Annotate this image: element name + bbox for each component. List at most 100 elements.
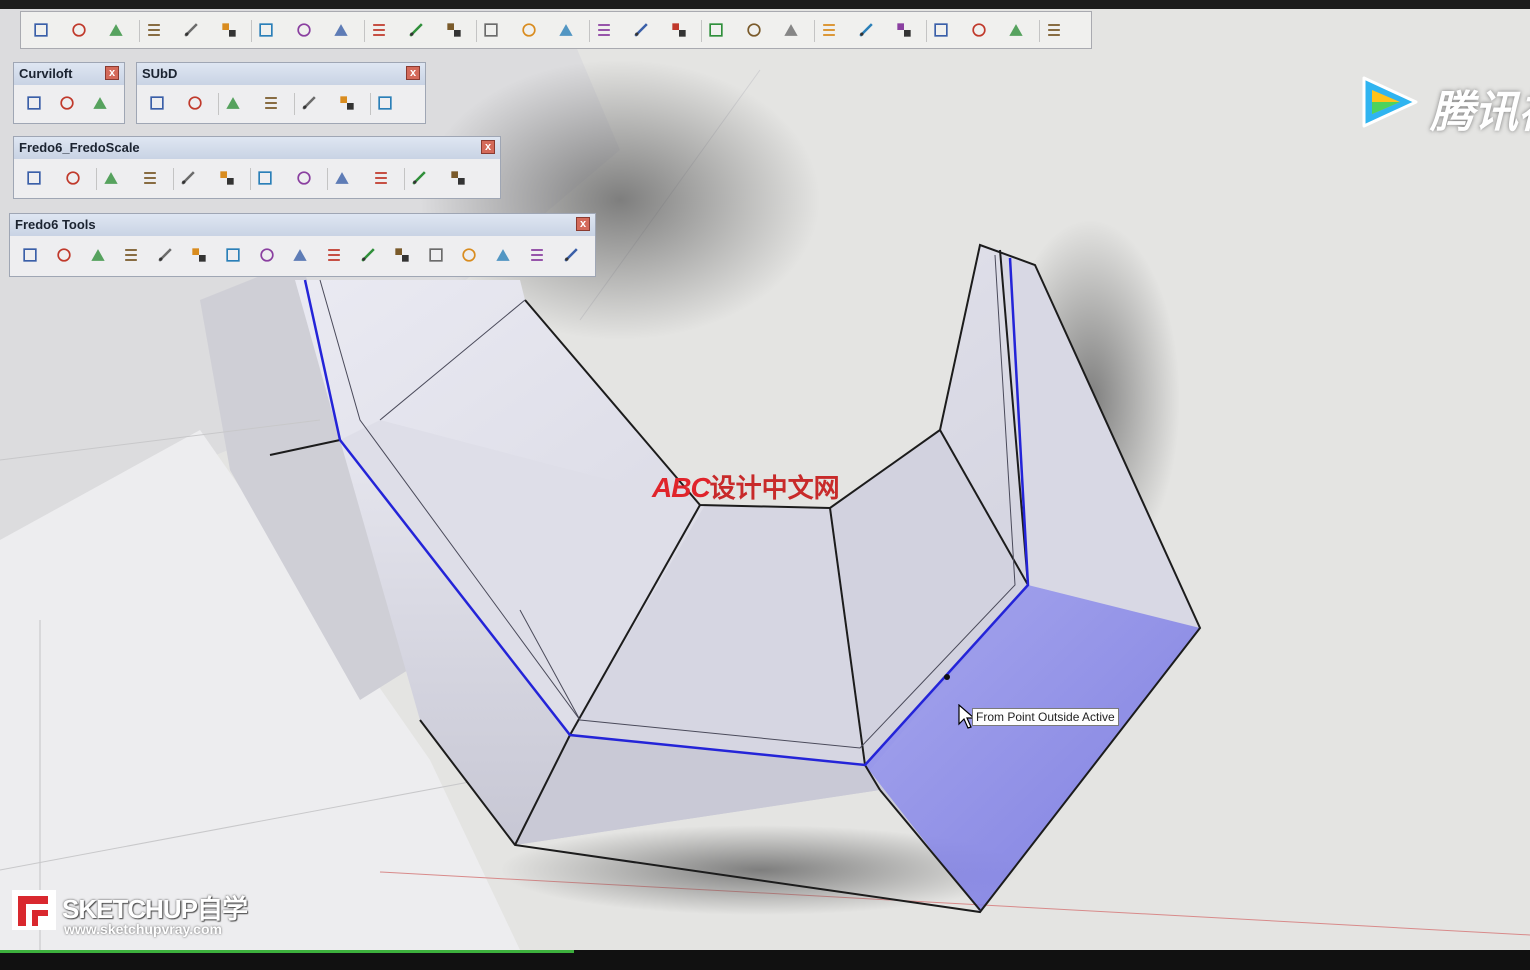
brand-url: www.sketchupvray.com [64, 921, 222, 937]
edge-icon[interactable] [18, 243, 42, 267]
table2-icon[interactable] [517, 18, 541, 42]
curvilinear-icon[interactable] [390, 243, 414, 267]
close-icon[interactable]: x [406, 66, 420, 80]
paint-icon[interactable] [629, 18, 653, 42]
rotate-ccw-icon[interactable] [330, 166, 354, 190]
subd-panel[interactable]: SUbD x [136, 62, 426, 124]
inference-tooltip: From Point Outside Active [972, 708, 1119, 726]
panel-title: SUbD [142, 66, 178, 81]
stretch-icon[interactable] [99, 166, 123, 190]
radial-bend-icon[interactable] [292, 166, 316, 190]
grid-cross-icon[interactable] [554, 18, 578, 42]
rotate-icon[interactable] [779, 18, 803, 42]
push-icon[interactable] [592, 18, 616, 42]
stretch-red-icon[interactable] [407, 166, 431, 190]
thru-paint-icon[interactable] [255, 243, 279, 267]
toolbar-separator [173, 168, 174, 190]
rect-view2-icon[interactable] [104, 18, 128, 42]
line-tool-icon[interactable] [322, 243, 346, 267]
pen-icon[interactable] [187, 243, 211, 267]
twist-icon[interactable] [215, 166, 239, 190]
toolbar-separator [327, 168, 328, 190]
reverse-arrows-icon[interactable] [153, 243, 177, 267]
panel-title: Fredo6 Tools [15, 217, 96, 232]
pencil-icon[interactable] [1042, 18, 1066, 42]
cube-icon[interactable] [335, 91, 359, 115]
box-icon[interactable] [52, 243, 76, 267]
table-icon[interactable] [479, 18, 503, 42]
toolbar-separator [404, 168, 405, 190]
toolbar-separator [218, 93, 219, 115]
toolbar-separator [476, 20, 477, 42]
close-icon[interactable]: x [105, 66, 119, 80]
fredotools-panel[interactable]: Fredo6 Tools x [9, 213, 596, 277]
rotate-cw-icon[interactable] [369, 166, 393, 190]
close-icon[interactable]: x [481, 140, 495, 154]
diagonal-icon[interactable] [367, 18, 391, 42]
toolbar-separator [1038, 20, 1040, 42]
remove-list-icon[interactable] [217, 18, 241, 42]
bend-icon[interactable] [253, 166, 277, 190]
scale-icon[interactable] [22, 166, 46, 190]
grid-quad-red-icon[interactable] [442, 18, 466, 42]
grid-quad-icon[interactable] [404, 18, 428, 42]
video-bottom-bar[interactable] [0, 950, 1530, 970]
curviloft-title-bar[interactable]: Curviloft x [14, 63, 124, 85]
curviloft-panel[interactable]: Curviloft x [13, 62, 125, 124]
inference-point [944, 674, 950, 680]
panel-icon[interactable] [854, 18, 878, 42]
crease-icon[interactable] [259, 91, 283, 115]
count-icon[interactable] [356, 243, 380, 267]
copy-icon[interactable] [742, 18, 766, 42]
arrow-right-icon[interactable] [967, 18, 991, 42]
spline-icon[interactable] [88, 91, 112, 115]
video-progress-bar[interactable] [0, 950, 574, 953]
checker-icon[interactable] [704, 18, 728, 42]
arrow-left-icon[interactable] [929, 18, 953, 42]
close-icon[interactable]: x [576, 217, 590, 231]
mark-vertices-icon[interactable] [221, 243, 245, 267]
cylinder-icon[interactable] [491, 243, 515, 267]
tag-icon[interactable] [424, 243, 448, 267]
bevel-icon[interactable] [373, 91, 397, 115]
smooth-icon[interactable] [221, 91, 245, 115]
rect-view-icon[interactable] [67, 18, 91, 42]
construct-icon[interactable] [119, 243, 143, 267]
toolbar-separator [588, 20, 590, 42]
watermark-latin: ABC [652, 472, 711, 503]
fredotools-icons [10, 236, 595, 276]
loft-icon[interactable] [22, 91, 46, 115]
drape-icon[interactable] [559, 243, 583, 267]
reverse-faces-icon[interactable] [86, 243, 110, 267]
add-list-icon[interactable] [179, 18, 203, 42]
spline-tool-icon[interactable] [525, 243, 549, 267]
select-icon[interactable] [29, 18, 53, 42]
toolbar-separator [363, 20, 365, 42]
toolbar-separator [813, 20, 815, 42]
tapering-icon[interactable] [138, 166, 162, 190]
subdivide-icon[interactable] [183, 91, 207, 115]
sphere-icon[interactable] [145, 91, 169, 115]
panel3-icon[interactable] [1004, 18, 1028, 42]
fredoscale-panel[interactable]: Fredo6_FredoScale x [13, 136, 501, 199]
knife-icon[interactable] [297, 91, 321, 115]
camera-icon[interactable] [667, 18, 691, 42]
plus-line-icon[interactable] [292, 18, 316, 42]
subd-title-bar[interactable]: SUbD x [137, 63, 425, 85]
minus-line-icon[interactable] [329, 18, 353, 42]
move-icon[interactable] [817, 18, 841, 42]
align-list-icon[interactable] [142, 18, 166, 42]
line-icon[interactable] [254, 18, 278, 42]
panel-title: Curviloft [19, 66, 73, 81]
round-corner-icon[interactable] [288, 243, 312, 267]
fredotools-title-bar[interactable]: Fredo6 Tools x [10, 214, 595, 236]
box-scale-icon[interactable] [61, 166, 85, 190]
skin-icon[interactable] [55, 91, 79, 115]
tencent-watermark: 腾讯视 [1358, 72, 1530, 137]
curve-icon[interactable] [457, 243, 481, 267]
unbend-icon[interactable] [446, 166, 470, 190]
planar-shear-icon[interactable] [176, 166, 200, 190]
toolbar-separator [701, 20, 702, 42]
fredoscale-title-bar[interactable]: Fredo6_FredoScale x [14, 137, 500, 159]
panel2-icon[interactable] [892, 18, 916, 42]
